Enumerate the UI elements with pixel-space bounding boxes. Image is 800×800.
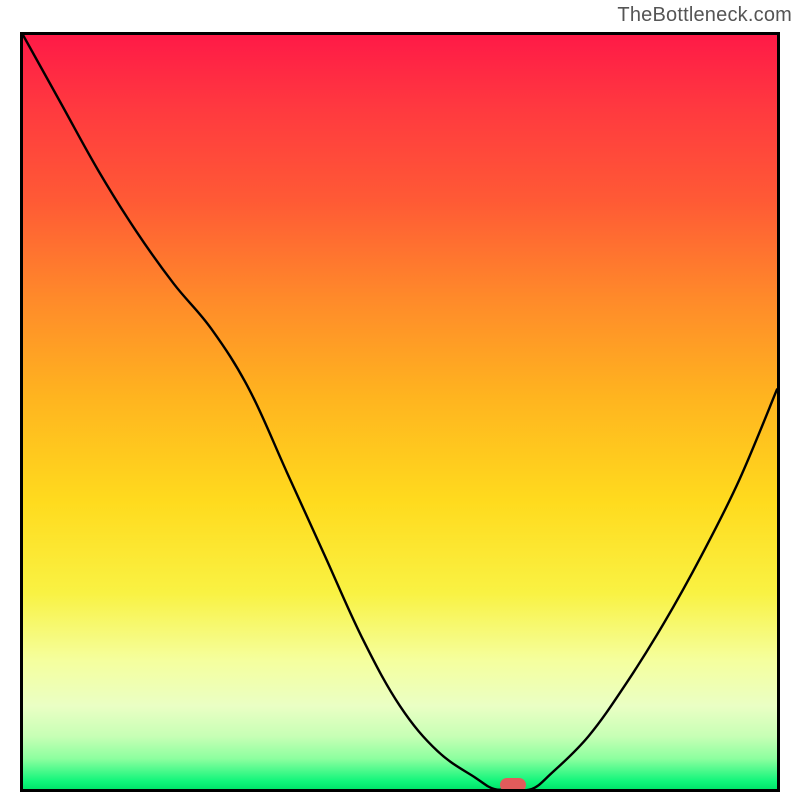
chart-stage: TheBottleneck.com xyxy=(0,0,800,800)
curve-path xyxy=(23,35,777,789)
bottleneck-curve xyxy=(23,35,777,789)
minimum-marker xyxy=(500,778,526,792)
watermark-text: TheBottleneck.com xyxy=(617,4,792,27)
plot-frame xyxy=(20,32,780,792)
